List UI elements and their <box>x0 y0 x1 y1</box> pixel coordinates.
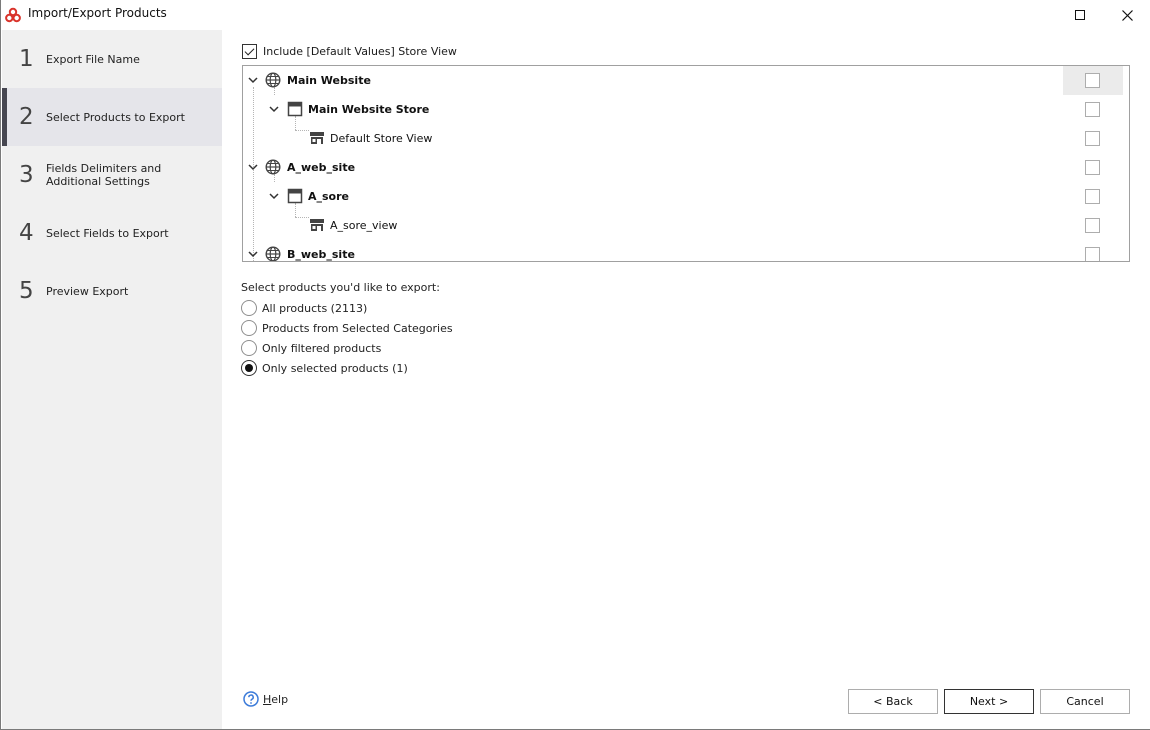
storefront-icon <box>310 219 324 231</box>
radio-button[interactable] <box>241 320 257 336</box>
back-label: < Back <box>873 695 913 708</box>
row-check-cell <box>1063 211 1123 240</box>
step-number: 5 <box>19 278 34 304</box>
row-check-cell <box>1063 124 1123 153</box>
maximize-button[interactable] <box>1057 0 1103 30</box>
tree-node-store[interactable]: Main Website Store <box>243 95 1129 124</box>
wizard-steps-sidebar: 1 Export File Name 2 Select Products to … <box>2 30 222 729</box>
row-check-cell <box>1063 240 1123 261</box>
radio-only-selected[interactable]: Only selected products (1) <box>241 360 408 376</box>
globe-icon <box>265 72 281 88</box>
node-checkbox[interactable] <box>1085 160 1100 175</box>
step-select-products[interactable]: 2 Select Products to Export <box>2 88 222 146</box>
tree-node-store[interactable]: A_sore <box>243 182 1129 211</box>
node-checkbox[interactable] <box>1085 73 1100 88</box>
radio-only-filtered[interactable]: Only filtered products <box>241 340 381 356</box>
step-select-fields[interactable]: 4 Select Fields to Export <box>2 204 222 262</box>
chevron-down-icon[interactable] <box>247 161 259 173</box>
step-label: Select Products to Export <box>46 110 185 124</box>
row-check-cell <box>1063 95 1123 124</box>
radio-all-products[interactable]: All products (2113) <box>241 300 367 316</box>
radio-button[interactable] <box>241 300 257 316</box>
node-label: Main Website <box>287 74 371 87</box>
tree-node-store-view[interactable]: Default Store View <box>243 124 1129 153</box>
radio-label: Only filtered products <box>262 341 382 355</box>
tree-node-website[interactable]: B_web_site <box>243 240 1129 261</box>
step-label: Select Fields to Export <box>46 226 169 240</box>
node-label: Default Store View <box>330 132 433 145</box>
node-label: A_web_site <box>287 161 356 174</box>
cancel-button[interactable]: Cancel <box>1040 689 1130 714</box>
step-number: 3 <box>19 162 34 188</box>
step-number: 2 <box>19 104 34 130</box>
step-export-file-name[interactable]: 1 Export File Name <box>2 30 222 88</box>
select-products-label: Select products you'd like to export: <box>241 281 440 294</box>
cancel-label: Cancel <box>1066 695 1104 708</box>
back-button[interactable]: < Back <box>848 689 938 714</box>
app-logo-icon <box>5 7 21 23</box>
help-icon <box>243 691 259 707</box>
step-label: Export File Name <box>46 52 140 66</box>
store-window-icon <box>287 101 303 117</box>
radio-label: Products from Selected Categories <box>262 321 453 335</box>
include-default-store-view-checkbox[interactable]: Include [Default Values] Store View <box>242 44 457 59</box>
node-checkbox[interactable] <box>1085 102 1100 117</box>
radio-button[interactable] <box>241 340 257 356</box>
node-checkbox[interactable] <box>1085 218 1100 233</box>
close-icon <box>1121 9 1133 21</box>
window-title: Import/Export Products <box>28 6 167 20</box>
radio-products-from-categories[interactable]: Products from Selected Categories <box>241 320 453 336</box>
step-label: Preview Export <box>46 284 129 298</box>
node-checkbox[interactable] <box>1085 247 1100 261</box>
step-label: Fields Delimiters and Additional Setting… <box>46 162 162 188</box>
chevron-down-icon[interactable] <box>268 103 280 115</box>
maximize-icon <box>1075 10 1085 20</box>
next-label: Next > <box>969 695 1009 708</box>
checkbox-checked-icon[interactable] <box>242 44 257 59</box>
next-button[interactable]: Next > <box>944 689 1034 714</box>
node-label: A_sore <box>308 190 350 203</box>
row-check-cell <box>1063 66 1123 95</box>
radio-label: All products (2113) <box>262 301 368 315</box>
step-number: 4 <box>19 220 34 246</box>
globe-icon <box>265 246 281 261</box>
step-number: 1 <box>19 46 34 72</box>
main-content: Include [Default Values] Store View Main… <box>222 30 1150 729</box>
row-check-cell <box>1063 153 1123 182</box>
node-label: A_sore_view <box>330 219 398 232</box>
help-label: Help <box>263 692 289 706</box>
include-default-label: Include [Default Values] Store View <box>263 45 457 58</box>
close-button[interactable] <box>1104 0 1150 30</box>
row-check-cell <box>1063 182 1123 211</box>
step-fields-delimiters[interactable]: 3 Fields Delimiters and Additional Setti… <box>2 146 222 204</box>
title-bar: Import/Export Products <box>1 0 1150 30</box>
tree-node-store-view[interactable]: A_sore_view <box>243 211 1129 240</box>
node-checkbox[interactable] <box>1085 189 1100 204</box>
chevron-down-icon[interactable] <box>247 74 259 86</box>
node-checkbox[interactable] <box>1085 131 1100 146</box>
chevron-down-icon[interactable] <box>247 248 259 260</box>
tree-node-website[interactable]: A_web_site <box>243 153 1129 182</box>
store-window-icon <box>287 188 303 204</box>
radio-label: Only selected products (1) <box>262 361 408 375</box>
store-tree: Main Website Main Website Store Default … <box>242 65 1130 262</box>
import-export-window: Import/Export Products 1 Export File Nam… <box>0 0 1150 730</box>
step-preview-export[interactable]: 5 Preview Export <box>2 262 222 320</box>
tree-node-website[interactable]: Main Website <box>243 66 1129 95</box>
radio-button-selected[interactable] <box>241 360 257 376</box>
node-label: B_web_site <box>287 248 355 261</box>
help-link[interactable]: Help <box>243 691 288 707</box>
storefront-icon <box>310 132 324 144</box>
globe-icon <box>265 159 281 175</box>
node-label: Main Website Store <box>308 103 430 116</box>
chevron-down-icon[interactable] <box>268 190 280 202</box>
